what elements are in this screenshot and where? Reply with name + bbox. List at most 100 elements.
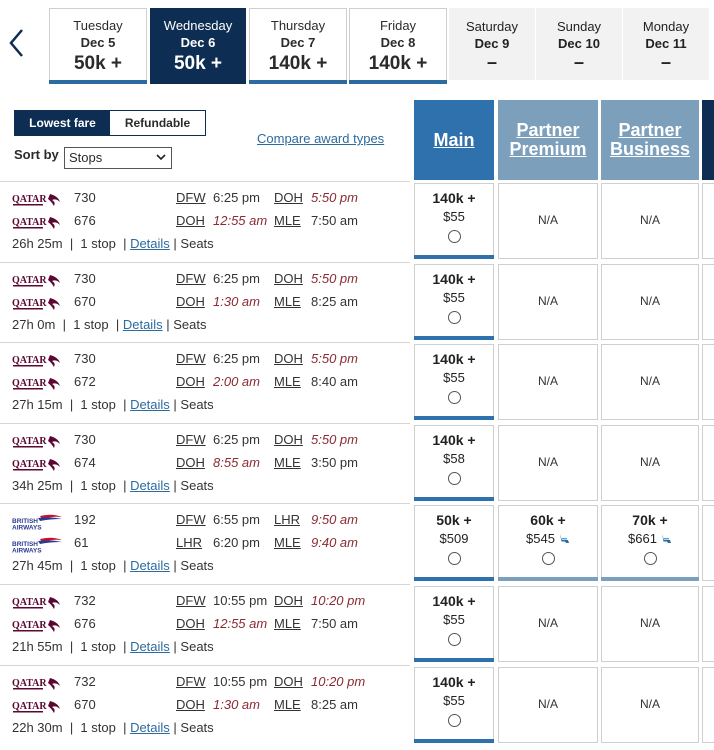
column-header-main[interactable]: Main — [414, 100, 494, 180]
refundable-option[interactable]: Refundable — [110, 111, 205, 135]
compare-award-types-link[interactable]: Compare award types — [257, 131, 384, 146]
flight-summary: 27h 15m | 1 stop | Details | Seats — [12, 397, 214, 413]
seats-label[interactable]: Seats — [180, 397, 213, 412]
details-link[interactable]: Details — [130, 478, 170, 493]
destination-airport[interactable]: DOH — [274, 271, 303, 286]
fare-radio[interactable] — [447, 552, 461, 566]
origin-airport[interactable]: DFW — [176, 432, 206, 447]
fare-radio[interactable] — [447, 633, 461, 646]
date-tab-price: 140k + — [268, 53, 328, 74]
origin-airport[interactable]: DFW — [176, 674, 206, 689]
fare-taxes: $509 — [439, 531, 469, 547]
fare-radio[interactable] — [447, 310, 461, 324]
destination-airport[interactable]: DOH — [274, 593, 303, 608]
column-header-partner-premium[interactable]: Partner Premium — [498, 100, 598, 180]
airline-logo: QATAR — [12, 296, 64, 312]
details-link[interactable]: Details — [130, 639, 170, 654]
column-header-next[interactable] — [702, 100, 714, 180]
fare-cell-main[interactable]: 140k + $55 — [414, 263, 494, 340]
date-tab-date: Dec 9 — [474, 36, 510, 51]
destination-airport[interactable]: MLE — [274, 213, 301, 228]
origin-airport[interactable]: DOH — [176, 374, 205, 389]
destination-airport[interactable]: DOH — [274, 190, 303, 205]
origin-airport[interactable]: DFW — [176, 351, 206, 366]
fare-cell-main[interactable]: 50k + $509 — [414, 505, 494, 582]
airline-logo: BRITISH AIRWAYS — [12, 514, 64, 532]
origin-airport[interactable]: DOH — [176, 294, 205, 309]
fare-radio[interactable] — [447, 471, 461, 485]
fare-radio[interactable] — [447, 230, 461, 243]
sort-by-select[interactable]: Stops — [64, 147, 172, 169]
fare-radio[interactable] — [643, 552, 657, 566]
seats-label[interactable]: Seats — [180, 558, 213, 573]
origin-airport[interactable]: DFW — [176, 190, 206, 205]
departure-time: 6:55 pm — [213, 512, 260, 528]
origin-airport[interactable]: DOH — [176, 455, 205, 470]
origin-airport[interactable]: DFW — [176, 512, 206, 527]
partner-business-line1: Partner — [618, 120, 682, 140]
departure-time: 6:20 pm — [213, 535, 260, 551]
destination-airport[interactable]: MLE — [274, 616, 301, 631]
details-link[interactable]: Details — [130, 397, 170, 412]
arrival-time: 7:50 am — [311, 616, 358, 631]
seats-label[interactable]: Seats — [180, 236, 213, 251]
svg-text:AIRWAYS: AIRWAYS — [12, 525, 42, 531]
flight-number: 61 — [74, 535, 89, 551]
details-link[interactable]: Details — [130, 236, 170, 251]
seats-label[interactable]: Seats — [173, 317, 206, 332]
date-tab-wednesday[interactable]: Wednesday Dec 6 50k + — [150, 8, 246, 84]
seats-label[interactable]: Seats — [180, 639, 213, 654]
date-tab-date: Dec 7 — [280, 35, 316, 50]
arrival-time: 9:40 am — [311, 535, 358, 551]
details-link[interactable]: Details — [123, 317, 163, 332]
destination-airport[interactable]: LHR — [274, 512, 300, 527]
fare-cell-main[interactable]: 140k + $55 — [414, 586, 494, 662]
airline-logo: QATAR — [12, 353, 64, 369]
column-header-partner-business[interactable]: Partner Business — [601, 100, 699, 180]
date-tab-thursday[interactable]: Thursday Dec 7 140k + — [249, 8, 347, 84]
previous-dates-arrow-icon[interactable] — [6, 26, 28, 60]
lowest-fare-option[interactable]: Lowest fare — [15, 111, 110, 135]
destination-airport[interactable]: DOH — [274, 351, 303, 366]
destination-airport[interactable]: DOH — [274, 432, 303, 447]
seats-label[interactable]: Seats — [180, 720, 213, 735]
origin-airport[interactable]: DOH — [176, 213, 205, 228]
origin-airport[interactable]: DOH — [176, 616, 205, 631]
fare-cell-main[interactable]: 140k + $55 — [414, 183, 494, 259]
fare-cell-main[interactable]: 140k + $58 — [414, 424, 494, 501]
date-tab-friday[interactable]: Friday Dec 8 140k + — [349, 8, 447, 84]
fare-radio[interactable] — [447, 713, 461, 727]
details-link[interactable]: Details — [130, 720, 170, 735]
not-available: N/A — [639, 696, 660, 711]
fare-cell-pb: N/A — [601, 263, 699, 340]
fare-radio[interactable] — [541, 552, 555, 566]
destination-airport[interactable]: MLE — [274, 374, 301, 389]
origin-airport[interactable]: LHR — [176, 535, 202, 550]
airline-logo: QATAR — [12, 215, 64, 231]
flight-number: 674 — [74, 454, 96, 470]
arrival-time: 9:50 am — [311, 512, 358, 528]
destination-airport[interactable]: MLE — [274, 455, 301, 470]
fare-cell-pp[interactable]: 60k + $545 — [498, 505, 598, 582]
origin-airport[interactable]: DFW — [176, 271, 206, 286]
destination-airport[interactable]: MLE — [274, 697, 301, 712]
origin-airport[interactable]: DOH — [176, 697, 205, 712]
flight-number: 192 — [74, 512, 96, 528]
not-available: N/A — [639, 293, 660, 308]
destination-airport[interactable]: MLE — [274, 294, 301, 309]
fare-cell-main[interactable]: 140k + $55 — [414, 666, 494, 743]
stops: 1 stop — [80, 639, 116, 654]
origin-airport[interactable]: DFW — [176, 593, 206, 608]
fare-cell-main[interactable]: 140k + $55 — [414, 344, 494, 421]
destination-airport[interactable]: MLE — [274, 535, 301, 550]
fare-radio[interactable] — [447, 391, 461, 405]
flight-number: 670 — [74, 696, 96, 712]
details-link[interactable]: Details — [130, 558, 170, 573]
fare-taxes: $55 — [443, 370, 465, 386]
destination-airport[interactable]: DOH — [274, 674, 303, 689]
date-tab-date: Dec 10 — [558, 36, 600, 51]
arrival-time: 8:25 am — [311, 696, 358, 712]
fare-cell-pb[interactable]: 70k + $661 — [601, 505, 699, 582]
seats-label[interactable]: Seats — [180, 478, 213, 493]
date-tab-tuesday[interactable]: Tuesday Dec 5 50k + — [49, 8, 147, 84]
